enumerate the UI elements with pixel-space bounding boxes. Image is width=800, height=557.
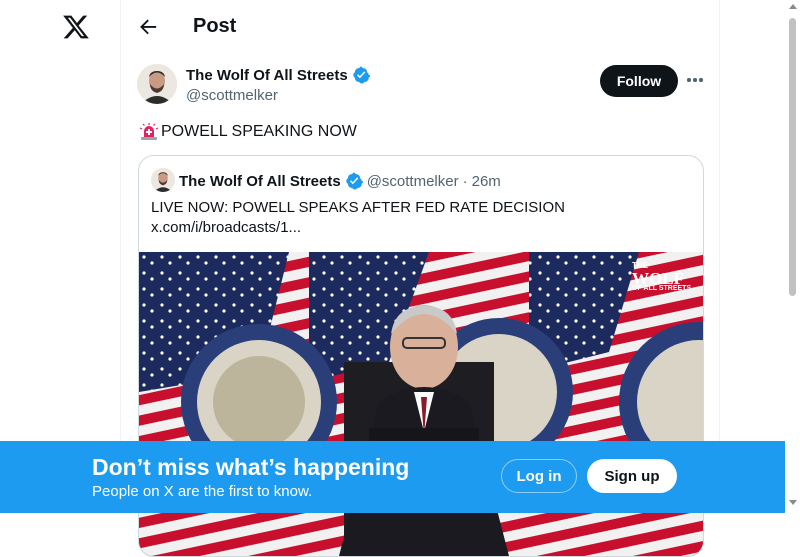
signup-button[interactable]: Sign up xyxy=(587,459,677,493)
post-column: Post The Wolf Of All Streets @scottmelke… xyxy=(120,0,720,557)
author-name[interactable]: The Wolf Of All Streets xyxy=(186,67,348,84)
arrow-left-icon xyxy=(140,19,157,35)
back-button[interactable] xyxy=(135,14,161,40)
quoted-text-line: LIVE NOW: POWELL SPEAKS AFTER FED RATE D… xyxy=(151,199,565,216)
verified-badge-icon xyxy=(352,66,370,84)
quoted-separator: · xyxy=(462,172,468,190)
scroll-thumb[interactable] xyxy=(789,18,796,296)
police-light-icon xyxy=(139,123,159,140)
post-body: POWELL SPEAKING NOW xyxy=(161,123,357,140)
watermark-line-3: OF ALL STREETS xyxy=(632,285,691,292)
quoted-timestamp[interactable]: 26m xyxy=(472,173,501,190)
x-logo-icon[interactable] xyxy=(62,13,90,41)
quoted-author-avatar[interactable] xyxy=(151,168,175,192)
verified-badge-icon xyxy=(345,172,363,190)
author-handle[interactable]: @scottmelker xyxy=(186,87,278,104)
author-avatar[interactable] xyxy=(137,64,177,104)
quoted-text: LIVE NOW: POWELL SPEAKS AFTER FED RATE D… xyxy=(151,198,691,238)
signup-banner: Don’t miss what’s happening People on X … xyxy=(0,441,785,513)
follow-button[interactable]: Follow xyxy=(600,65,678,97)
banner-title: Don’t miss what’s happening xyxy=(92,454,410,480)
banner-subtitle: People on X are the first to know. xyxy=(92,483,313,500)
post-text: POWELL SPEAKING NOW xyxy=(139,122,357,142)
quoted-author-handle[interactable]: @scottmelker xyxy=(367,173,459,190)
quoted-author-name[interactable]: The Wolf Of All Streets xyxy=(179,173,341,190)
post-header: Post xyxy=(121,0,719,53)
scroll-up-arrow-icon[interactable] xyxy=(789,4,797,9)
more-horizontal-icon[interactable] xyxy=(683,68,707,92)
scroll-down-arrow-icon[interactable] xyxy=(789,500,797,505)
author-name-row[interactable]: The Wolf Of All Streets xyxy=(186,66,370,84)
quoted-link[interactable]: x.com/i/broadcasts/1... xyxy=(151,218,691,238)
page-scrollbar[interactable] xyxy=(785,0,800,513)
quoted-meta: The Wolf Of All Streets @scottmelker · 2… xyxy=(179,172,501,190)
left-rail xyxy=(0,0,120,513)
page-title: Post xyxy=(193,15,237,37)
login-button[interactable]: Log in xyxy=(501,459,577,493)
